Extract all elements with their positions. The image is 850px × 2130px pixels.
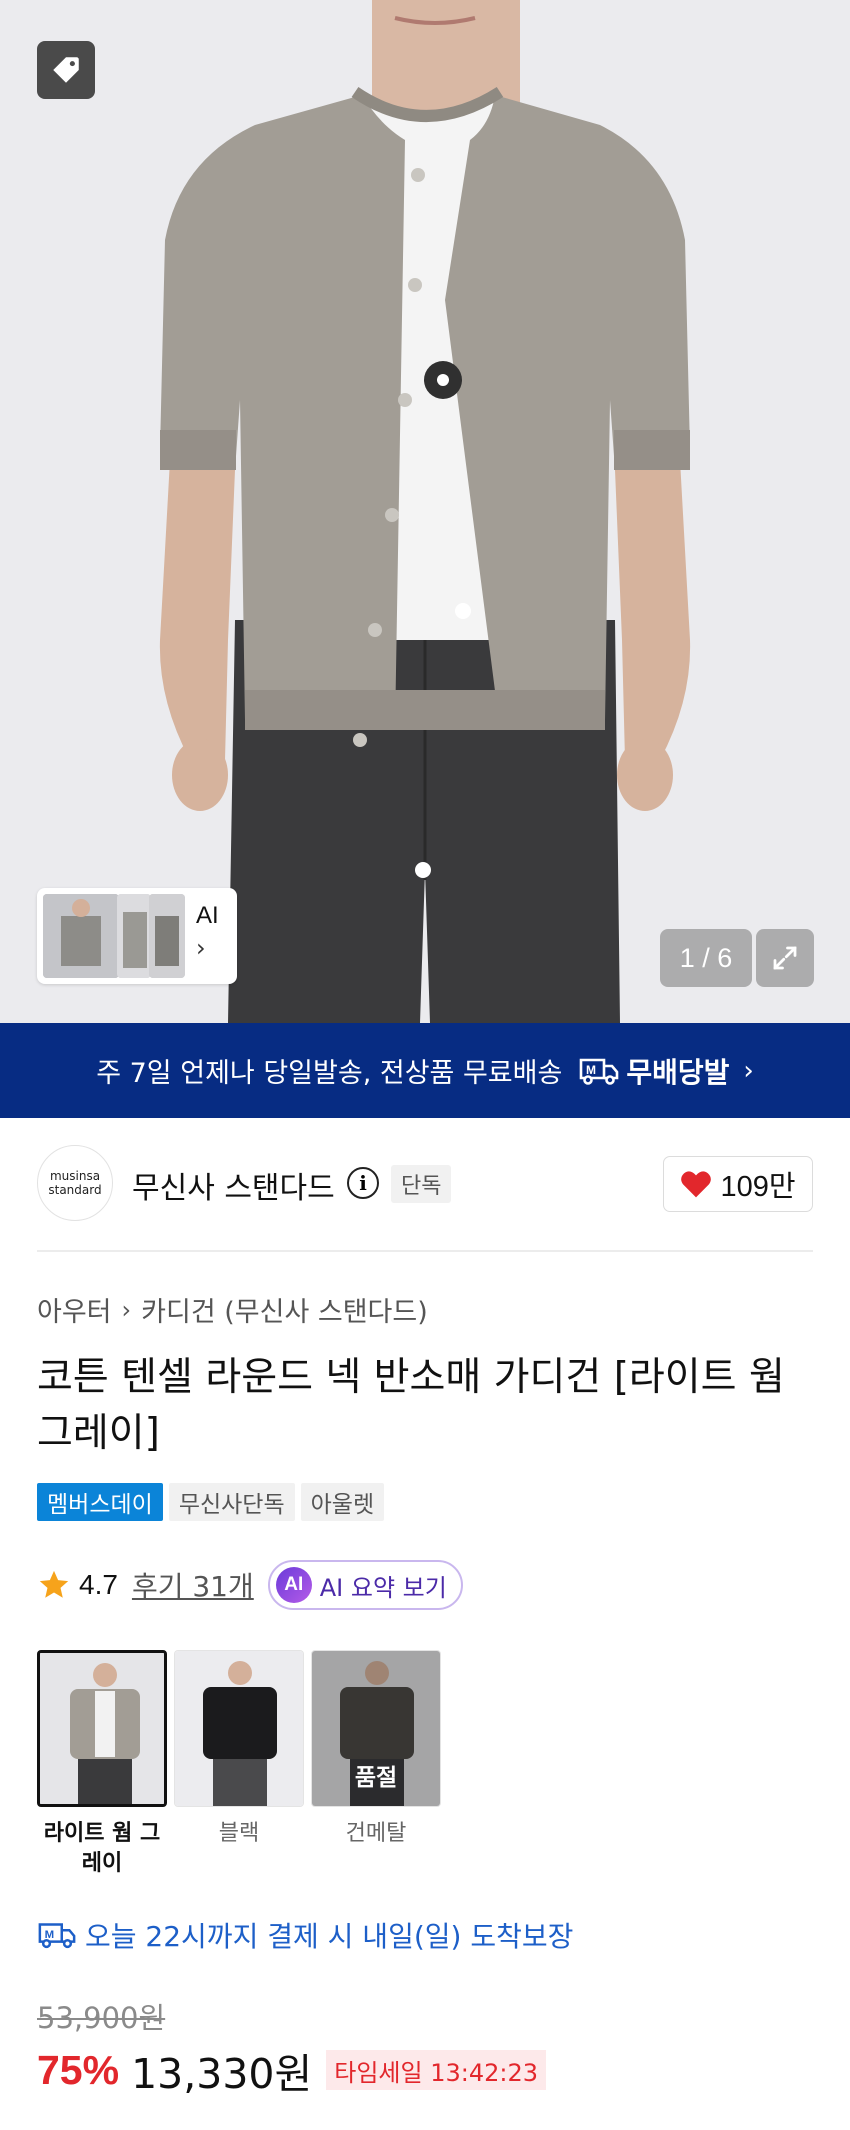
divider <box>37 1250 813 1252</box>
like-button[interactable]: 109만 <box>663 1156 813 1212</box>
rating-row: 4.7 후기 31개 AI AI 요약 보기 <box>37 1560 463 1610</box>
banner-text: 주 7일 언제나 당일발송, 전상품 무료배송 <box>96 1058 563 1089</box>
color-swatch <box>174 1650 304 1807</box>
breadcrumb: 아우터 › 카디건 (무신사 스탠다드) <box>37 1290 428 1329</box>
original-price: 53,900원 <box>37 2001 166 2035</box>
free-shipping-banner[interactable]: 주 7일 언제나 당일발송, 전상품 무료배송 M 무배당발 › <box>0 1023 850 1118</box>
product-title: 코튼 텐셀 라운드 넥 반소매 가디건 [라이트 웜 그레이] <box>37 1355 785 1456</box>
rating-score: 4.7 <box>79 1569 118 1600</box>
delivery-badge: M 무배당발 <box>578 1051 729 1091</box>
color-swatch: 품절 <box>311 1650 441 1807</box>
info-icon[interactable]: i <box>347 1167 379 1199</box>
tag-icon <box>53 57 79 83</box>
exclusive-badge: 단독 <box>391 1165 452 1203</box>
lookbook-thumbnail <box>149 894 185 978</box>
brand-name[interactable]: 무신사 스탠다드 <box>132 1163 335 1207</box>
product-image-viewer[interactable]: AI › 1 / 6 <box>0 0 850 1023</box>
lookbook-thumbnail <box>43 894 119 978</box>
lookbook-thumbnail <box>117 894 151 978</box>
chevron-right-icon: › <box>196 934 206 962</box>
ai-summary-button[interactable]: AI AI 요약 보기 <box>267 1560 463 1610</box>
color-label: 건메탈 <box>345 1821 407 1846</box>
image-counter: 1 / 6 <box>660 929 752 987</box>
reviews-link[interactable]: 후기 31개 <box>132 1565 254 1605</box>
ai-icon: AI <box>275 1567 312 1603</box>
product-hotspot[interactable] <box>455 603 471 619</box>
price-row: 75% 13,330원 타임세일 13:42:23 <box>37 2040 546 2100</box>
like-count: 109만 <box>720 1171 796 1203</box>
color-options: 라이트 웜 그레이 블랙 품절 건메탈 <box>37 1650 448 1879</box>
svg-text:M: M <box>45 1929 55 1941</box>
breadcrumb-item[interactable]: 아우터 <box>37 1290 112 1329</box>
delivery-text: 오늘 22시까지 결제 시 내일(일) 도착보장 <box>85 1920 574 1953</box>
brand-logo-text: musinsa <box>49 1169 101 1183</box>
truck-icon: M <box>580 1058 619 1085</box>
truck-icon: M <box>38 1923 76 1949</box>
brand-logo[interactable]: musinsa standard <box>37 1145 113 1221</box>
tag-exclusive: 무신사단독 <box>168 1483 295 1521</box>
svg-text:M: M <box>586 1063 596 1077</box>
discount-rate: 75% <box>37 2046 120 2093</box>
ai-label: AI <box>196 902 219 929</box>
tag-button[interactable] <box>37 41 95 99</box>
badge-text: 무배당발 <box>626 1055 730 1089</box>
chevron-right-icon: › <box>743 1055 754 1086</box>
product-hotspot[interactable] <box>415 862 431 878</box>
sale-price: 13,330원 <box>131 2050 313 2098</box>
color-label: 블랙 <box>218 1821 260 1846</box>
color-swatch <box>37 1650 167 1807</box>
breadcrumb-item[interactable]: 카디건 (무신사 스탠다드) <box>141 1290 428 1329</box>
delivery-guarantee[interactable]: M 오늘 22시까지 결제 시 내일(일) 도착보장 <box>37 1915 573 1955</box>
product-hotspot[interactable] <box>424 361 462 399</box>
heart-icon <box>681 1171 712 1198</box>
brand-row: musinsa standard 무신사 스탠다드 i 단독 109만 <box>37 1145 813 1221</box>
product-tags: 멤버스데이 무신사단독 아울렛 <box>37 1483 390 1521</box>
color-option-gunmetal[interactable]: 품절 건메탈 <box>311 1650 441 1879</box>
tag-membersday: 멤버스데이 <box>37 1483 163 1521</box>
star-icon <box>39 1570 69 1598</box>
ai-summary-label: AI 요약 보기 <box>319 1573 447 1602</box>
expand-icon <box>773 946 797 970</box>
expand-button[interactable] <box>756 929 814 987</box>
brand-logo-text: standard <box>48 1183 102 1197</box>
tag-outlet: 아울렛 <box>300 1483 385 1521</box>
color-label: 라이트 웜 그레이 <box>43 1821 161 1876</box>
sold-out-overlay: 품절 <box>312 1651 440 1806</box>
color-option-light-warm-gray[interactable]: 라이트 웜 그레이 <box>37 1650 167 1879</box>
color-option-black[interactable]: 블랙 <box>174 1650 304 1879</box>
ai-lookbook-card[interactable]: AI › <box>37 888 237 984</box>
timesale-badge: 타임세일 13:42:23 <box>326 2050 546 2090</box>
chevron-right-icon: › <box>121 1295 132 1324</box>
